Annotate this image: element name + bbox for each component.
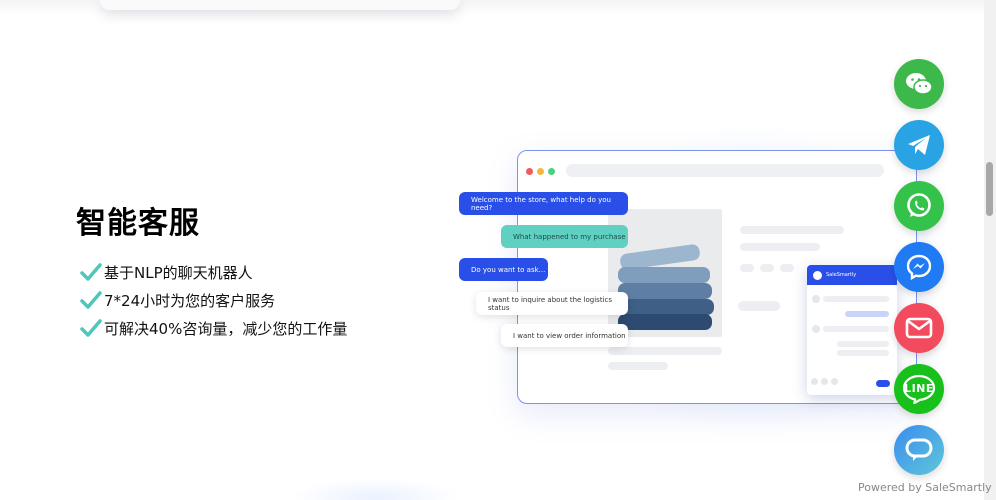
toolbar-dot bbox=[811, 378, 818, 385]
feature-item: 基于NLP的聊天机器人 bbox=[80, 258, 347, 286]
placeholder-line bbox=[837, 350, 889, 356]
feature-item: 可解决40%咨询量，减少您的工作量 bbox=[80, 314, 347, 342]
check-icon bbox=[80, 291, 102, 309]
toolbar-dot bbox=[821, 378, 828, 385]
telegram-icon bbox=[908, 135, 930, 155]
whatsapp-icon bbox=[907, 193, 931, 217]
placeholder-avatar bbox=[812, 295, 820, 303]
avatar bbox=[813, 270, 822, 280]
line-label: LINE bbox=[904, 381, 934, 395]
check-icon bbox=[80, 319, 102, 337]
section-title: 智能客服 bbox=[76, 206, 200, 241]
placeholder-line bbox=[608, 347, 722, 355]
placeholder-line bbox=[845, 311, 889, 317]
placeholder-line bbox=[740, 264, 754, 272]
chat-widget-mockup: SaleSmartly bbox=[807, 265, 897, 395]
messenger-button[interactable] bbox=[894, 242, 944, 292]
placeholder-line bbox=[738, 301, 780, 311]
bottom-glow bbox=[290, 478, 460, 500]
chat-button[interactable] bbox=[894, 425, 944, 475]
chat-bubble-icon bbox=[905, 438, 933, 461]
feature-item: 7*24小时为您的客户服务 bbox=[80, 286, 347, 314]
chat-bubble-welcome: Welcome to the store, what help do you n… bbox=[459, 192, 628, 215]
chat-bubble-ask: Do you want to ask... bbox=[459, 258, 548, 281]
wechat-icon bbox=[906, 73, 933, 95]
window-dot-yellow bbox=[537, 168, 544, 175]
mail-icon bbox=[905, 317, 933, 339]
placeholder-line bbox=[823, 326, 889, 332]
window-dot-green bbox=[548, 168, 555, 175]
send-icon bbox=[876, 380, 890, 387]
wechat-button[interactable] bbox=[894, 59, 944, 109]
whatsapp-button[interactable] bbox=[894, 181, 944, 231]
feature-text: 基于NLP的聊天机器人 bbox=[104, 263, 253, 282]
scrollbar-thumb[interactable] bbox=[986, 162, 993, 216]
placeholder-avatar bbox=[812, 325, 820, 333]
feature-list: 基于NLP的聊天机器人 7*24小时为您的客户服务 可解决40%咨询量，减少您的… bbox=[80, 258, 347, 342]
top-card-edge bbox=[100, 0, 460, 10]
window-dot-red bbox=[526, 168, 533, 175]
placeholder-line bbox=[760, 264, 774, 272]
powered-by-link[interactable]: Powered by SaleSmartly bbox=[858, 481, 992, 494]
chat-widget-header: SaleSmartly bbox=[807, 265, 897, 285]
scrollbar-track[interactable] bbox=[984, 0, 996, 500]
placeholder-line bbox=[740, 243, 820, 251]
chat-bubble-order: I want to view order information bbox=[501, 324, 628, 347]
messenger-icon bbox=[906, 254, 932, 281]
feature-text: 可解决40%咨询量，减少您的工作量 bbox=[104, 319, 348, 338]
placeholder-line bbox=[740, 226, 844, 234]
feature-text: 7*24小时为您的客户服务 bbox=[104, 291, 276, 310]
email-button[interactable] bbox=[894, 303, 944, 353]
placeholder-line bbox=[823, 296, 889, 302]
placeholder-line bbox=[608, 362, 668, 370]
placeholder-line bbox=[837, 341, 889, 347]
chat-widget-name: SaleSmartly bbox=[826, 272, 857, 278]
toolbar-dot bbox=[831, 378, 838, 385]
placeholder-line bbox=[780, 264, 794, 272]
line-button[interactable]: LINE bbox=[894, 364, 944, 414]
chat-bubble-purchase: What happened to my purchase bbox=[501, 225, 628, 248]
telegram-button[interactable] bbox=[894, 120, 944, 170]
chat-bubble-logistics: I want to inquire about the logistics st… bbox=[476, 292, 628, 315]
url-bar bbox=[566, 164, 884, 177]
check-icon bbox=[80, 263, 102, 281]
